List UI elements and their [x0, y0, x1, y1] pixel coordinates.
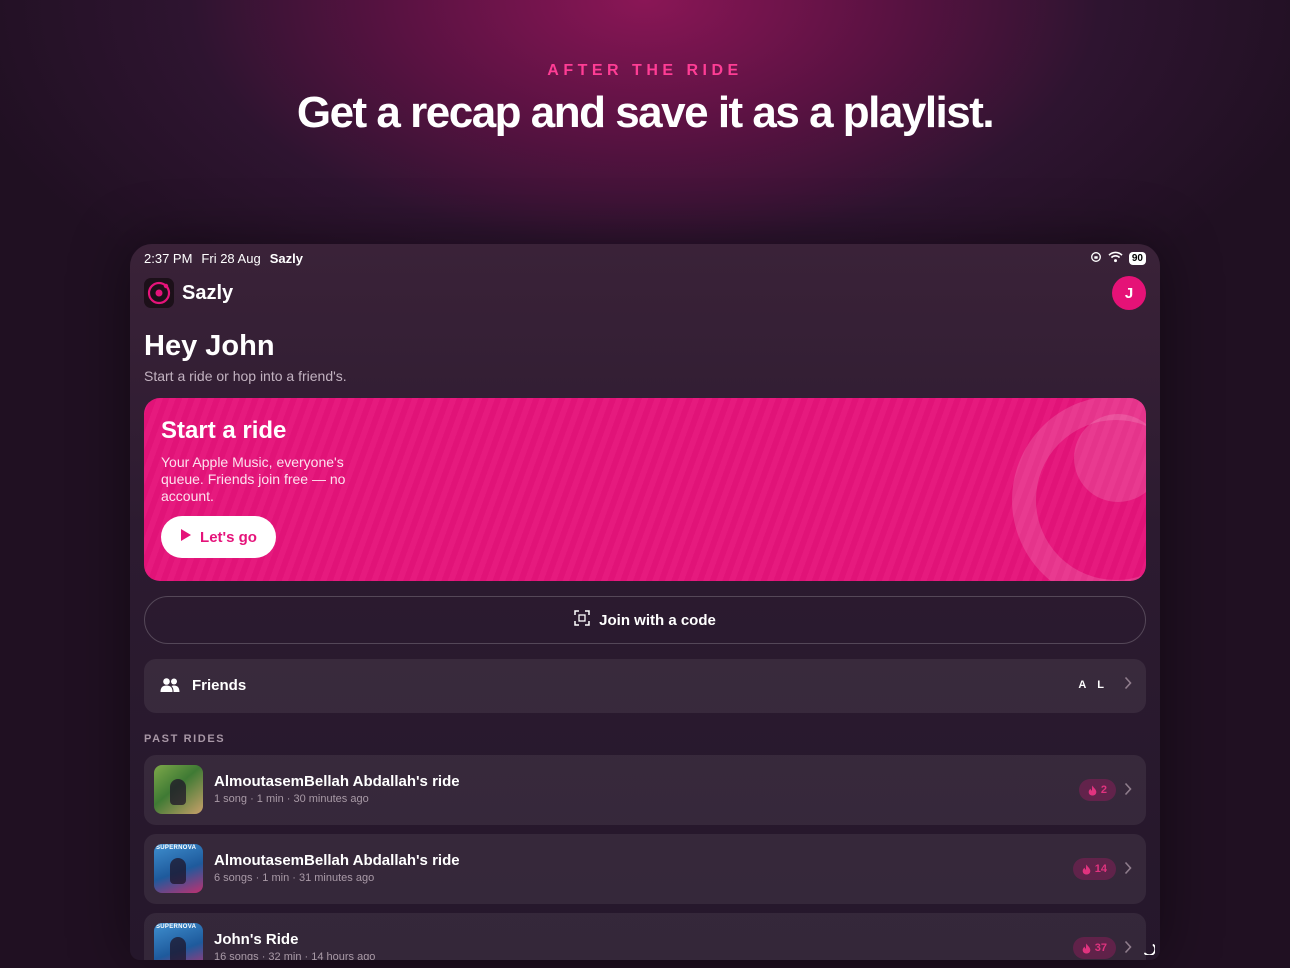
join-with-code-label: Join with a code: [599, 611, 716, 629]
start-ride-title: Start a ride: [161, 417, 287, 444]
ride-title: John's Ride: [214, 931, 299, 948]
past-ride-row[interactable]: AlmoutasemBellah Abdallah's ride 1 song …: [144, 755, 1146, 825]
flame-icon: [1088, 785, 1097, 795]
past-ride-row[interactable]: SUPERNOVA John's Ride 16 songs · 32 min …: [144, 913, 1146, 960]
flame-icon: [1082, 943, 1091, 953]
ride-flame-badge: 2: [1078, 779, 1116, 801]
start-ride-description: Your Apple Music, everyone's queue. Frie…: [161, 454, 346, 504]
ride-flame-badge: 37: [1072, 937, 1116, 959]
chevron-right-icon: [1124, 676, 1132, 694]
ride-title: AlmoutasemBellah Abdallah's ride: [214, 773, 460, 790]
app-title: Sazly: [182, 282, 234, 304]
loading-spinner-icon: [1143, 942, 1157, 957]
sazly-logo-icon: [144, 278, 174, 308]
ride-meta: 16 songs · 32 min · 14 hours ago: [214, 951, 376, 960]
friends-label: Friends: [192, 677, 247, 694]
lets-go-button[interactable]: Let's go: [161, 516, 276, 558]
artwork-text: SUPERNOVA: [156, 924, 197, 930]
past-ride-row[interactable]: SUPERNOVA AlmoutasemBellah Abdallah's ri…: [144, 834, 1146, 904]
status-bar: 2:37 PM Fri 28 Aug Sazly 90: [144, 251, 1146, 267]
ride-meta: 1 song · 1 min · 30 minutes ago: [214, 793, 369, 805]
status-date: Fri 28 Aug: [201, 251, 261, 266]
ride-badge-count: 14: [1094, 863, 1107, 875]
start-ride-card[interactable]: Start a ride Your Apple Music, everyone'…: [144, 398, 1146, 581]
artwork-text: SUPERNOVA: [156, 845, 197, 851]
chevron-right-icon: [1124, 861, 1132, 879]
ride-artwork: SUPERNOVA: [154, 844, 203, 893]
friend-initials: A L: [1078, 679, 1104, 691]
greeting-title: Hey John: [144, 330, 275, 362]
rotation-lock-icon: [1090, 251, 1102, 266]
promo-headline: Get a recap and save it as a playlist.: [296, 88, 995, 137]
play-icon: [180, 528, 192, 546]
promo-eyebrow: AFTER THE RIDE: [547, 62, 743, 79]
ride-badge-count: 37: [1094, 942, 1107, 954]
lets-go-label: Let's go: [200, 528, 257, 546]
app-header: Sazly J: [144, 276, 1146, 310]
ride-badge-count: 2: [1100, 784, 1107, 796]
status-app-name: Sazly: [269, 251, 303, 266]
friend-initial: L: [1097, 679, 1104, 691]
join-with-code-button[interactable]: Join with a code: [144, 596, 1146, 644]
past-rides-heading: PAST RIDES: [144, 733, 226, 745]
chevron-right-icon: [1124, 782, 1132, 800]
wifi-icon: [1108, 251, 1123, 266]
ride-artwork: SUPERNOVA: [154, 923, 203, 960]
ride-flame-badge: 14: [1072, 858, 1116, 880]
greeting-subtitle: Start a ride or hop into a friend's.: [144, 368, 347, 384]
battery-indicator: 90: [1128, 252, 1146, 265]
ride-title: AlmoutasemBellah Abdallah's ride: [214, 852, 460, 869]
status-time: 2:37 PM: [144, 251, 193, 266]
ipad-screen: 2:37 PM Fri 28 Aug Sazly 90 Sazly J Hey …: [130, 244, 1160, 960]
friends-row[interactable]: Friends A L: [144, 659, 1146, 713]
friend-initial: A: [1078, 679, 1087, 691]
qr-scan-icon: [574, 610, 590, 630]
chevron-right-icon: [1124, 940, 1132, 958]
people-icon: [160, 677, 180, 698]
ride-artwork: [154, 765, 203, 814]
flame-icon: [1082, 864, 1091, 874]
ride-meta: 6 songs · 1 min · 31 minutes ago: [214, 872, 375, 884]
profile-avatar-button[interactable]: J: [1112, 276, 1146, 310]
